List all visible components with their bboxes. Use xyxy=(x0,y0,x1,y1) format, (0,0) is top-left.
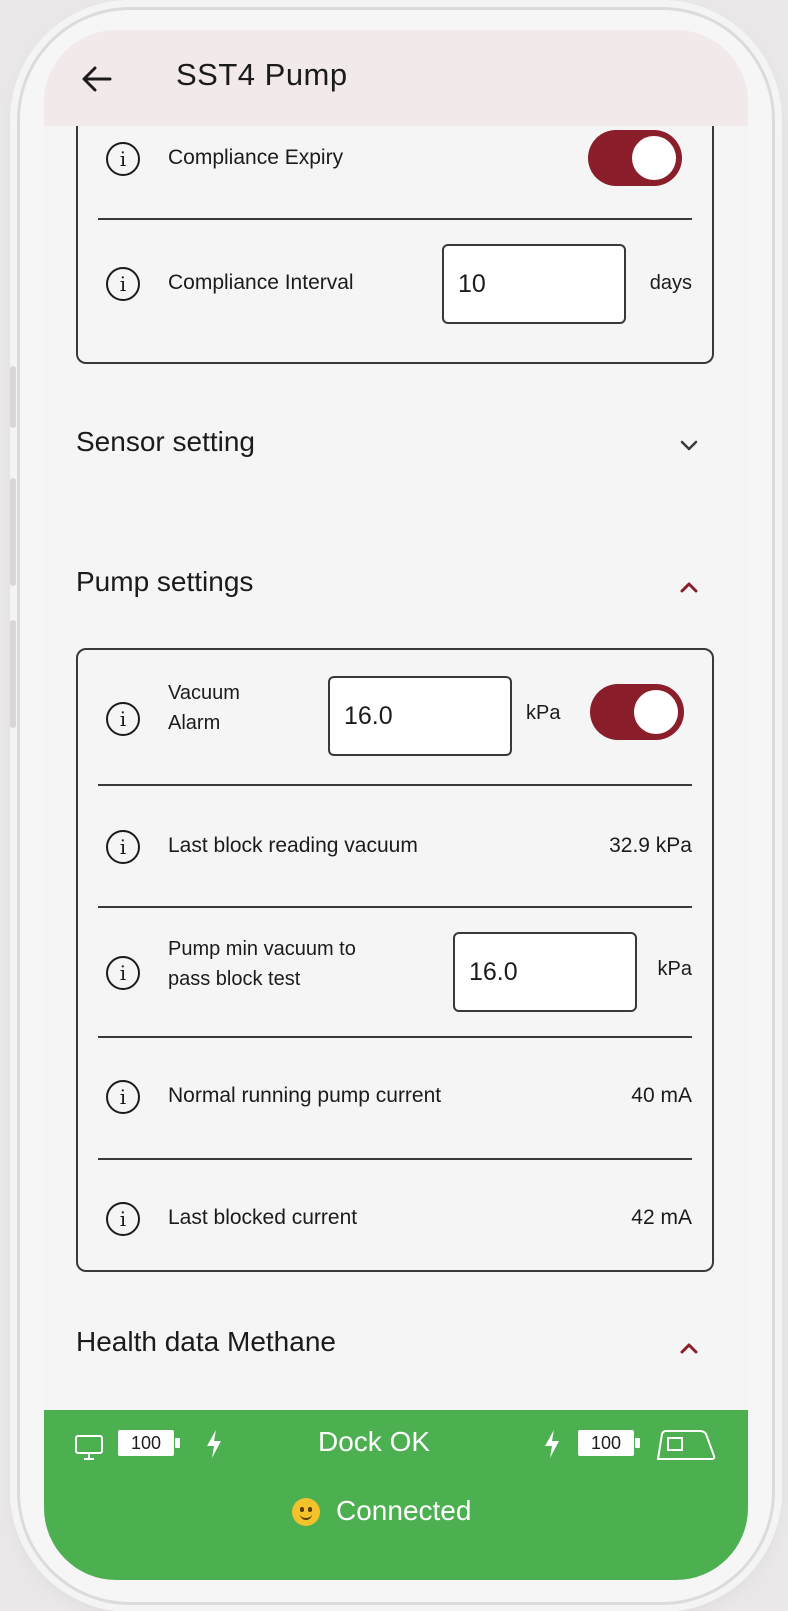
blocked-current-label: Last blocked current xyxy=(168,1206,358,1229)
info-icon[interactable]: i xyxy=(106,1080,140,1114)
info-icon[interactable]: i xyxy=(106,142,140,176)
blocked-current-value: 42 mA xyxy=(631,1206,692,1229)
info-icon[interactable]: i xyxy=(106,702,140,736)
info-icon[interactable]: i xyxy=(106,1202,140,1236)
vacuum-alarm-label-line1: Vacuum xyxy=(168,682,240,704)
compliance-card: i Compliance Expiry i Compliance Interva… xyxy=(76,106,714,364)
health-data-title: Health data Methane xyxy=(76,1326,336,1357)
compliance-interval-row: i Compliance Interval days xyxy=(78,220,712,360)
dock-status: Dock OK xyxy=(318,1426,431,1457)
min-vacuum-label-line2: pass block test xyxy=(168,968,301,990)
right-battery-level: 100 xyxy=(578,1430,640,1456)
sensor-setting-section[interactable]: Sensor setting xyxy=(44,406,748,486)
chevron-up-icon[interactable] xyxy=(680,1342,698,1354)
pump-settings-card: i Vacuum Alarm kPa i Last block reading … xyxy=(76,648,714,1272)
compliance-interval-unit: days xyxy=(649,272,692,294)
pump-settings-title: Pump settings xyxy=(76,566,254,597)
vacuum-alarm-label: Vacuum Alarm xyxy=(168,678,240,738)
app-screen: SST4 Pump i Compliance Expiry i Complian… xyxy=(44,30,748,1580)
side-button xyxy=(10,478,16,586)
compliance-expiry-toggle[interactable] xyxy=(588,130,682,186)
health-data-section[interactable]: Health data Methane xyxy=(44,1316,748,1396)
last-block-row: i Last block reading vacuum 32.9 kPa xyxy=(78,786,712,906)
vacuum-alarm-label-line2: Alarm xyxy=(168,712,221,734)
compliance-expiry-label: Compliance Expiry xyxy=(168,146,344,169)
normal-current-label: Normal running pump current xyxy=(168,1084,442,1107)
back-arrow-icon[interactable] xyxy=(80,62,114,96)
vacuum-alarm-unit: kPa xyxy=(526,702,561,724)
info-icon[interactable]: i xyxy=(106,956,140,990)
vacuum-alarm-input[interactable] xyxy=(328,676,512,756)
last-block-value: 32.9 kPa xyxy=(609,834,692,857)
normal-current-value: 40 mA xyxy=(631,1084,692,1107)
monitor-icon xyxy=(75,1435,103,1460)
last-block-label: Last block reading vacuum xyxy=(168,834,418,857)
side-button xyxy=(10,366,16,428)
vacuum-alarm-toggle[interactable] xyxy=(590,684,684,740)
min-vacuum-label-line1: Pump min vacuum to xyxy=(168,938,356,960)
min-vacuum-input[interactable] xyxy=(453,932,637,1012)
status-footer: 100 Dock OK 100 Connected xyxy=(44,1410,748,1580)
info-icon[interactable]: i xyxy=(106,830,140,864)
bolt-icon xyxy=(207,1430,221,1458)
sensor-setting-title: Sensor setting xyxy=(76,426,255,457)
min-vacuum-label: Pump min vacuum to pass block test xyxy=(168,934,356,994)
app-header: SST4 Pump xyxy=(44,30,748,126)
info-icon[interactable]: i xyxy=(106,267,140,301)
normal-current-row: i Normal running pump current 40 mA xyxy=(78,1038,712,1158)
min-vacuum-unit: kPa xyxy=(657,958,692,980)
bolt-icon xyxy=(545,1430,559,1458)
connection-status: Connected xyxy=(336,1495,472,1526)
side-button xyxy=(10,620,16,728)
blocked-current-row: i Last blocked current 42 mA xyxy=(78,1160,712,1270)
pump-settings-section[interactable]: Pump settings xyxy=(44,551,748,631)
compliance-interval-input[interactable] xyxy=(442,244,626,324)
smiley-icon xyxy=(292,1498,320,1526)
vacuum-alarm-row: i Vacuum Alarm kPa xyxy=(78,650,712,784)
chevron-up-icon[interactable] xyxy=(680,581,698,593)
device-icon xyxy=(656,1430,716,1460)
min-vacuum-row: i Pump min vacuum to pass block test kPa xyxy=(78,908,712,1036)
chevron-down-icon[interactable] xyxy=(680,440,698,452)
compliance-interval-label: Compliance Interval xyxy=(168,271,354,294)
page-title: SST4 Pump xyxy=(176,57,348,92)
left-battery-level: 100 xyxy=(118,1430,180,1456)
